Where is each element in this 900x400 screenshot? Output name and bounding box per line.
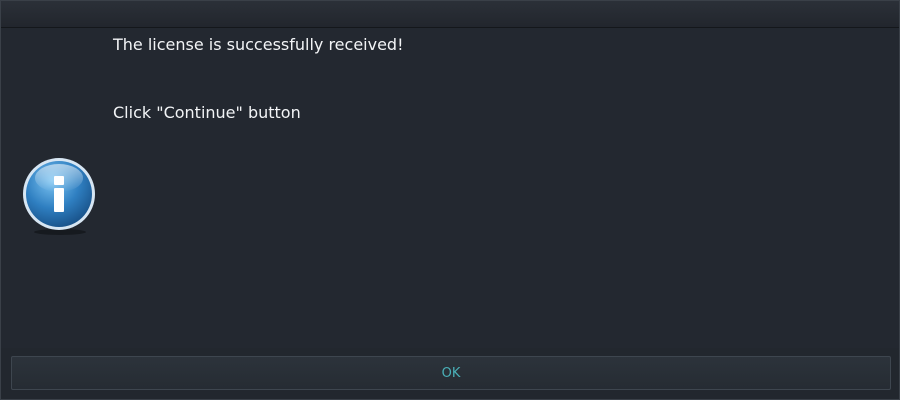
license-dialog: The license is successfully received! Cl… (0, 0, 900, 400)
message-line-success: The license is successfully received! (113, 35, 404, 54)
ok-button-label: OK (441, 365, 461, 381)
message-line-instruction: Click "Continue" button (113, 103, 301, 122)
info-icon (23, 158, 95, 235)
ok-button[interactable]: OK (11, 356, 891, 390)
dialog-title-bar[interactable] (1, 1, 899, 28)
dialog-content: The license is successfully received! Cl… (1, 28, 899, 348)
